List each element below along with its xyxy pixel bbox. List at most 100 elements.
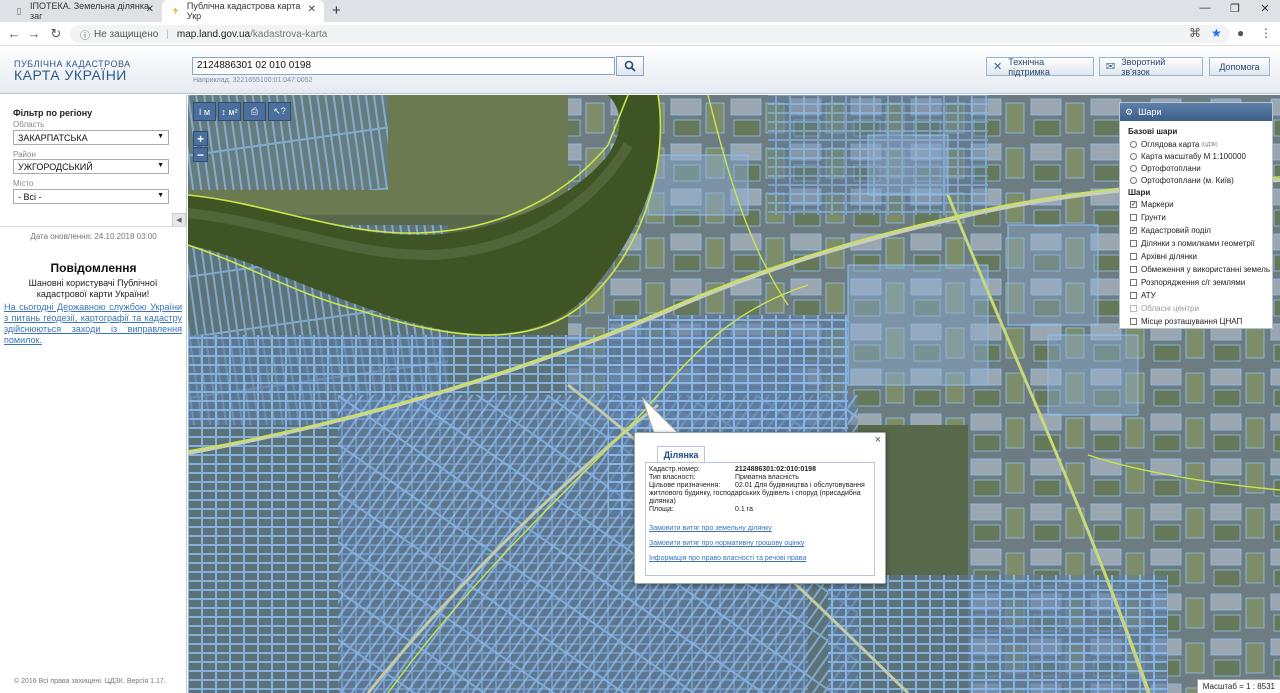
- print-button[interactable]: ⎙: [243, 102, 266, 121]
- layer-label: Ортофотоплани: [1141, 164, 1201, 173]
- region-select[interactable]: ЗАКАРПАТСЬКА ▼: [13, 130, 169, 145]
- url-field[interactable]: ⓘ Не защищено | map.land.gov.ua /kadastr…: [70, 25, 1230, 43]
- base-layer-map-100000[interactable]: Карта масштабу М 1:100000: [1130, 152, 1246, 161]
- info-key: Кадастр.номер:: [649, 466, 700, 473]
- notice-link[interactable]: На сьогодні Державною службою України з …: [4, 302, 182, 346]
- city-select[interactable]: - Всі - ▼: [13, 189, 169, 204]
- zoom-out-button[interactable]: −: [193, 147, 208, 162]
- help-button[interactable]: Допомога: [1209, 57, 1270, 76]
- feedback-button[interactable]: ✉ Зворотний зв'язок: [1099, 56, 1203, 77]
- layers-header[interactable]: ⚙ Шари: [1120, 103, 1272, 121]
- checkbox-checked[interactable]: ✓: [1130, 201, 1137, 208]
- url-path: /kadastrova-karta: [250, 28, 328, 40]
- search-button[interactable]: [616, 56, 644, 76]
- info-row-ownership: Тип власності: Приватна власність: [649, 474, 799, 482]
- order-extract-link[interactable]: Замовити витяг про земельну ділянку: [649, 525, 772, 532]
- close-window-button[interactable]: ✕: [1250, 2, 1280, 15]
- order-valuation-link[interactable]: Замовити витяг про нормативну грошову оц…: [649, 540, 804, 547]
- tools-icon: ✕: [993, 61, 1003, 73]
- address-bar: ← → ↻ ⓘ Не защищено | map.land.gov.ua /k…: [0, 22, 1280, 46]
- feedback-label: Зворотний зв'язок: [1121, 56, 1166, 77]
- identify-button[interactable]: ↖?: [268, 102, 291, 121]
- layer-archive-parcels[interactable]: Архівні ділянки: [1130, 252, 1197, 261]
- orthophoto-map: [188, 95, 1280, 693]
- layer-label: Ортофотоплани (м. Київ): [1141, 176, 1234, 185]
- info-key: Цільове призначення:: [649, 482, 721, 489]
- close-popup-button[interactable]: ×: [875, 434, 881, 446]
- map-toolbar: І м ↕ м² ⎙ ↖?: [193, 102, 291, 121]
- info-icon[interactable]: ⓘ: [80, 27, 90, 42]
- divider: [0, 226, 187, 227]
- reload-icon[interactable]: ↻: [48, 26, 64, 42]
- layer-soils[interactable]: Грунти: [1130, 213, 1166, 222]
- checkbox[interactable]: [1130, 266, 1137, 273]
- site-logo[interactable]: ПУБЛІЧНА КАДАСТРОВА КАРТА УКРАЇНИ: [14, 59, 131, 82]
- notice-text: Шановні користувачі Публічної кадастрово…: [28, 278, 158, 299]
- forward-icon[interactable]: →: [26, 26, 42, 41]
- district-select[interactable]: УЖГОРОДСЬКИЙ ▼: [13, 159, 169, 174]
- checkbox-checked[interactable]: ✓: [1130, 227, 1137, 234]
- cadastre-search-input[interactable]: 2124886301 02 010 0198: [192, 57, 615, 75]
- browser-tab-kadastr[interactable]: ⚜ Публічна кадастрова карта Укр ✕: [162, 0, 324, 22]
- zoom-in-button[interactable]: +: [193, 131, 208, 146]
- new-tab-button[interactable]: +: [332, 2, 341, 19]
- checkbox[interactable]: [1130, 240, 1137, 247]
- layer-label: Обмеження у використанні земель: [1141, 265, 1270, 274]
- layer-restrictions[interactable]: Обмеження у використанні земель: [1130, 265, 1270, 274]
- checkbox[interactable]: [1130, 292, 1137, 299]
- checkbox[interactable]: [1130, 318, 1137, 325]
- layer-label: Грунти: [1141, 213, 1166, 222]
- base-layer-orthophoto[interactable]: Ортофотоплани: [1130, 164, 1201, 173]
- map-view[interactable]: І м ↕ м² ⎙ ↖? + − ⚙ Шари Базові шари Огл…: [188, 95, 1280, 693]
- menu-icon[interactable]: ⋮: [1260, 26, 1272, 40]
- url-domain: map.land.gov.ua: [176, 28, 251, 40]
- support-button[interactable]: ✕ Технічна підтримка: [986, 56, 1094, 77]
- base-layers-title: Базові шари: [1128, 127, 1178, 136]
- checkbox[interactable]: [1130, 279, 1137, 286]
- layer-cnap-location[interactable]: Місце розташування ЦНАП: [1130, 317, 1242, 326]
- collapse-panel-button[interactable]: ◀: [172, 213, 186, 227]
- parcel-popup: × Ділянка Кадастр.номер: 2124886301:02:01…: [634, 432, 886, 584]
- city-label: Місто: [13, 179, 34, 188]
- layer-agri-disposal[interactable]: Розпорядження с/г землями: [1130, 278, 1245, 287]
- tab-title: ІПОТЕКА. Земельна ділянка, заг: [30, 1, 152, 21]
- layer-atu[interactable]: АТУ: [1130, 291, 1156, 300]
- document-icon: ▯: [16, 5, 22, 16]
- parcel-tab[interactable]: Ділянка: [657, 446, 705, 463]
- browser-tab-ipoteka[interactable]: ▯ ІПОТЕКА. Земельна ділянка, заг ✕: [6, 0, 162, 22]
- layer-label: АТУ: [1141, 291, 1156, 300]
- layer-label: Оглядова карта: [1141, 140, 1200, 149]
- close-tab-icon[interactable]: ✕: [308, 4, 316, 15]
- measure-area-button[interactable]: ↕ м²: [218, 102, 241, 121]
- close-tab-icon[interactable]: ✕: [146, 4, 154, 15]
- ownership-info-link[interactable]: Інформація про право власності та речові…: [649, 555, 806, 562]
- checkbox[interactable]: [1130, 214, 1137, 221]
- base-layer-overview[interactable]: Оглядова карта (ЦДЗК): [1130, 140, 1218, 149]
- radio-button[interactable]: [1130, 141, 1137, 148]
- city-value: - Всі -: [18, 192, 42, 202]
- layer-geometry-errors[interactable]: Ділянки з помилками геометрії: [1130, 239, 1255, 248]
- layer-cadastral-division[interactable]: ✓ Кадастровий поділ: [1130, 226, 1211, 235]
- account-icon[interactable]: ●: [1237, 26, 1244, 40]
- measure-distance-button[interactable]: І м: [193, 102, 216, 121]
- minimize-button[interactable]: —: [1190, 2, 1220, 14]
- radio-button[interactable]: [1130, 165, 1137, 172]
- layer-label: Архівні ділянки: [1141, 252, 1197, 261]
- update-date: Дата оновлення: 24.10.2018 03:00: [30, 232, 157, 241]
- radio-button[interactable]: [1130, 177, 1137, 184]
- overlay-layers-title: Шари: [1128, 188, 1151, 197]
- back-icon[interactable]: ←: [6, 26, 22, 41]
- base-layer-orthophoto-kyiv[interactable]: Ортофотоплани (м. Київ): [1130, 176, 1234, 185]
- search-icon: [624, 60, 636, 72]
- layer-markers[interactable]: ✓ Маркери: [1130, 200, 1174, 209]
- layer-label: Розпорядження с/г землями: [1141, 278, 1246, 287]
- translate-icon[interactable]: ⌘: [1189, 26, 1201, 40]
- tab-title: Публічна кадастрова карта Укр: [186, 1, 301, 21]
- bookmark-star-icon[interactable]: ★: [1211, 26, 1222, 40]
- parcel-info: Кадастр.номер: 2124886301:02:010:0198 Тип…: [645, 462, 875, 576]
- support-label: Технічна підтримка: [1008, 56, 1050, 77]
- radio-button[interactable]: [1130, 153, 1137, 160]
- checkbox[interactable]: [1130, 253, 1137, 260]
- maximize-button[interactable]: ❐: [1220, 2, 1250, 15]
- search-example: Наприклад: 3221655100:01:047:0052: [193, 77, 313, 84]
